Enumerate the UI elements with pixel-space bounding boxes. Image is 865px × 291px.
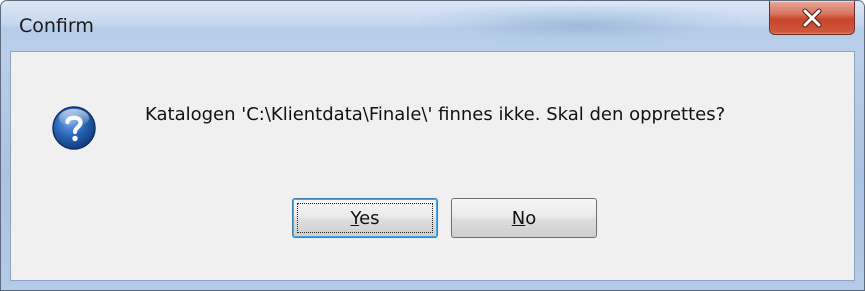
- confirm-dialog-window: Confirm Katalogen 'C:\Klientdata\Finale\…: [0, 0, 865, 291]
- close-x-icon: [802, 8, 822, 27]
- yes-button[interactable]: Yes: [292, 198, 438, 238]
- no-button-label: No: [512, 208, 536, 229]
- yes-button-label: Yes: [350, 208, 379, 229]
- yes-label-rest: es: [359, 207, 380, 229]
- no-button[interactable]: No: [451, 198, 597, 238]
- title-bar[interactable]: Confirm: [1, 1, 864, 51]
- yes-mnemonic: Y: [350, 207, 360, 229]
- question-icon: [52, 106, 96, 150]
- no-mnemonic: N: [511, 207, 526, 229]
- close-button[interactable]: [769, 1, 855, 35]
- window-title: Confirm: [19, 15, 94, 37]
- no-label-rest: o: [525, 207, 537, 229]
- dialog-message: Katalogen 'C:\Klientdata\Finale\' finnes…: [145, 104, 726, 125]
- dialog-content: Katalogen 'C:\Klientdata\Finale\' finnes…: [10, 51, 855, 281]
- title-bar-glass: [421, 5, 741, 45]
